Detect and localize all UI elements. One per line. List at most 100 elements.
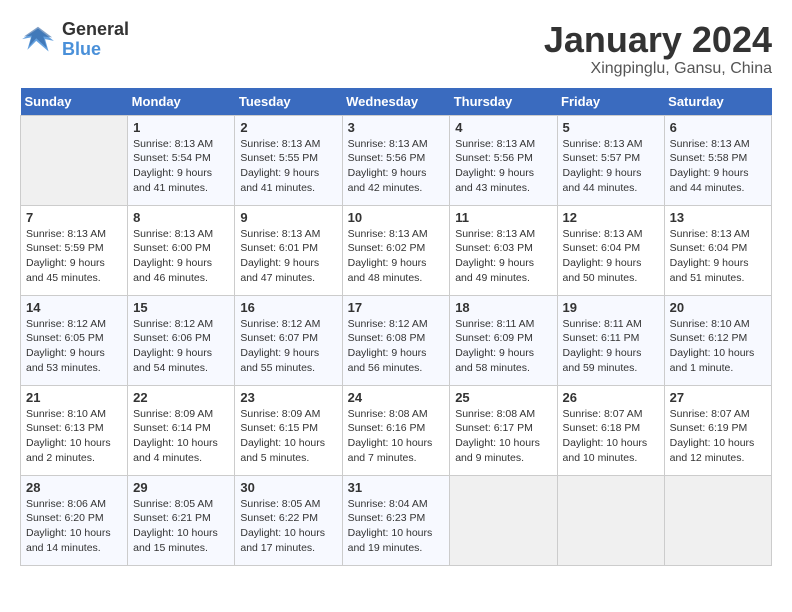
calendar-header: SundayMondayTuesdayWednesdayThursdayFrid… <box>21 88 772 116</box>
calendar-cell: 7Sunrise: 8:13 AMSunset: 5:59 PMDaylight… <box>21 205 128 295</box>
day-number: 14 <box>26 300 122 315</box>
calendar-cell: 12 Sunrise: 8:13 AMSunset: 6:04 PMDayligh… <box>557 205 664 295</box>
cell-info: Sunrise: 8:13 AMSunset: 5:56 PMDaylight:… <box>348 137 445 196</box>
calendar-cell: 18Sunrise: 8:11 AMSunset: 6:09 PMDayligh… <box>450 295 557 385</box>
calendar-week-row: 14 Sunrise: 8:12 AMSunset: 6:05 PMDayligh… <box>21 295 772 385</box>
cell-info: Sunrise: 8:13 AMSunset: 6:04 PMDaylight:… <box>563 227 659 286</box>
calendar-cell: 25Sunrise: 8:08 AMSunset: 6:17 PMDayligh… <box>450 385 557 475</box>
cell-info: Sunrise: 8:05 AMSunset: 6:22 PMDaylight:… <box>240 497 336 556</box>
day-number: 23 <box>240 390 336 405</box>
calendar-cell: 21Sunrise: 8:10 AMSunset: 6:13 PMDayligh… <box>21 385 128 475</box>
calendar-cell: 16 Sunrise: 8:12 AMSunset: 6:07 PMDayligh… <box>235 295 342 385</box>
cell-info: Sunrise: 8:05 AMSunset: 6:21 PMDaylight:… <box>133 497 229 556</box>
cell-info: Sunrise: 8:13 AMSunset: 6:00 PMDaylight:… <box>133 227 229 286</box>
cell-info: Sunrise: 8:09 AMSunset: 6:15 PMDaylight:… <box>240 407 336 466</box>
calendar-cell: 31 Sunrise: 8:04 AMSunset: 6:23 PMDayligh… <box>342 475 450 565</box>
calendar-cell: 24 Sunrise: 8:08 AMSunset: 6:16 PMDayligh… <box>342 385 450 475</box>
calendar-cell: 14 Sunrise: 8:12 AMSunset: 6:05 PMDayligh… <box>21 295 128 385</box>
calendar-cell: 27 Sunrise: 8:07 AMSunset: 6:19 PMDayligh… <box>664 385 771 475</box>
calendar-cell <box>21 115 128 205</box>
calendar-cell: 11Sunrise: 8:13 AMSunset: 6:03 PMDayligh… <box>450 205 557 295</box>
weekday-header: Thursday <box>450 88 557 116</box>
day-number: 31 <box>348 480 445 495</box>
day-number: 24 <box>348 390 445 405</box>
calendar-cell <box>557 475 664 565</box>
day-number: 26 <box>563 390 659 405</box>
cell-info: Sunrise: 8:11 AMSunset: 6:11 PMDaylight:… <box>563 317 659 376</box>
page-header: General Blue January 2024 Xingpinglu, Ga… <box>20 20 772 78</box>
cell-info: Sunrise: 8:06 AMSunset: 6:20 PMDaylight:… <box>26 497 122 556</box>
day-number: 12 <box>563 210 659 225</box>
weekday-header: Friday <box>557 88 664 116</box>
calendar-cell: 26 Sunrise: 8:07 AMSunset: 6:18 PMDayligh… <box>557 385 664 475</box>
day-number: 22 <box>133 390 229 405</box>
cell-info: Sunrise: 8:12 AMSunset: 6:05 PMDaylight:… <box>26 317 122 376</box>
title-block: January 2024 Xingpinglu, Gansu, China <box>544 20 772 78</box>
cell-info: Sunrise: 8:07 AMSunset: 6:19 PMDaylight:… <box>670 407 766 466</box>
day-number: 29 <box>133 480 229 495</box>
cell-info: Sunrise: 8:12 AMSunset: 6:08 PMDaylight:… <box>348 317 445 376</box>
day-number: 10 <box>348 210 445 225</box>
cell-info: Sunrise: 8:08 AMSunset: 6:16 PMDaylight:… <box>348 407 445 466</box>
calendar-week-row: 7Sunrise: 8:13 AMSunset: 5:59 PMDaylight… <box>21 205 772 295</box>
day-number: 2 <box>240 120 336 135</box>
day-number: 8 <box>133 210 229 225</box>
weekday-header: Tuesday <box>235 88 342 116</box>
day-number: 7 <box>26 210 122 225</box>
day-number: 1 <box>133 120 229 135</box>
calendar-cell: 4 Sunrise: 8:13 AMSunset: 5:56 PMDaylight… <box>450 115 557 205</box>
day-number: 17 <box>348 300 445 315</box>
calendar-cell: 20 Sunrise: 8:10 AMSunset: 6:12 PMDayligh… <box>664 295 771 385</box>
cell-info: Sunrise: 8:12 AMSunset: 6:06 PMDaylight:… <box>133 317 229 376</box>
cell-info: Sunrise: 8:04 AMSunset: 6:23 PMDaylight:… <box>348 497 445 556</box>
cell-info: Sunrise: 8:13 AMSunset: 5:55 PMDaylight:… <box>240 137 336 196</box>
calendar-week-row: 1Sunrise: 8:13 AMSunset: 5:54 PMDaylight… <box>21 115 772 205</box>
day-number: 19 <box>563 300 659 315</box>
calendar-cell <box>664 475 771 565</box>
day-number: 25 <box>455 390 551 405</box>
day-number: 15 <box>133 300 229 315</box>
calendar-cell: 28 Sunrise: 8:06 AMSunset: 6:20 PMDayligh… <box>21 475 128 565</box>
weekday-header: Wednesday <box>342 88 450 116</box>
cell-info: Sunrise: 8:13 AMSunset: 6:04 PMDaylight:… <box>670 227 766 286</box>
logo-text: General Blue <box>62 20 129 60</box>
calendar-cell: 9Sunrise: 8:13 AMSunset: 6:01 PMDaylight… <box>235 205 342 295</box>
calendar-cell: 13 Sunrise: 8:13 AMSunset: 6:04 PMDayligh… <box>664 205 771 295</box>
calendar-cell: 10 Sunrise: 8:13 AMSunset: 6:02 PMDayligh… <box>342 205 450 295</box>
day-number: 30 <box>240 480 336 495</box>
calendar-cell: 6Sunrise: 8:13 AMSunset: 5:58 PMDaylight… <box>664 115 771 205</box>
calendar-week-row: 28 Sunrise: 8:06 AMSunset: 6:20 PMDayligh… <box>21 475 772 565</box>
calendar-cell: 3 Sunrise: 8:13 AMSunset: 5:56 PMDaylight… <box>342 115 450 205</box>
weekday-header: Sunday <box>21 88 128 116</box>
cell-info: Sunrise: 8:13 AMSunset: 6:02 PMDaylight:… <box>348 227 445 286</box>
month-title: January 2024 <box>544 20 772 60</box>
weekday-header: Saturday <box>664 88 771 116</box>
calendar-cell: 5Sunrise: 8:13 AMSunset: 5:57 PMDaylight… <box>557 115 664 205</box>
calendar-table: SundayMondayTuesdayWednesdayThursdayFrid… <box>20 88 772 566</box>
cell-info: Sunrise: 8:11 AMSunset: 6:09 PMDaylight:… <box>455 317 551 376</box>
calendar-cell: 30 Sunrise: 8:05 AMSunset: 6:22 PMDayligh… <box>235 475 342 565</box>
day-number: 9 <box>240 210 336 225</box>
day-number: 27 <box>670 390 766 405</box>
cell-info: Sunrise: 8:13 AMSunset: 5:57 PMDaylight:… <box>563 137 659 196</box>
location: Xingpinglu, Gansu, China <box>544 60 772 78</box>
calendar-cell: 8 Sunrise: 8:13 AMSunset: 6:00 PMDaylight… <box>128 205 235 295</box>
calendar-cell: 19 Sunrise: 8:11 AMSunset: 6:11 PMDayligh… <box>557 295 664 385</box>
day-number: 20 <box>670 300 766 315</box>
cell-info: Sunrise: 8:07 AMSunset: 6:18 PMDaylight:… <box>563 407 659 466</box>
calendar-week-row: 21Sunrise: 8:10 AMSunset: 6:13 PMDayligh… <box>21 385 772 475</box>
logo-icon <box>20 25 56 55</box>
day-number: 4 <box>455 120 551 135</box>
day-number: 3 <box>348 120 445 135</box>
day-number: 28 <box>26 480 122 495</box>
logo: General Blue <box>20 20 129 60</box>
cell-info: Sunrise: 8:13 AMSunset: 5:56 PMDaylight:… <box>455 137 551 196</box>
day-number: 16 <box>240 300 336 315</box>
calendar-cell: 15 Sunrise: 8:12 AMSunset: 6:06 PMDayligh… <box>128 295 235 385</box>
day-number: 21 <box>26 390 122 405</box>
calendar-cell: 23 Sunrise: 8:09 AMSunset: 6:15 PMDayligh… <box>235 385 342 475</box>
cell-info: Sunrise: 8:12 AMSunset: 6:07 PMDaylight:… <box>240 317 336 376</box>
cell-info: Sunrise: 8:10 AMSunset: 6:12 PMDaylight:… <box>670 317 766 376</box>
cell-info: Sunrise: 8:09 AMSunset: 6:14 PMDaylight:… <box>133 407 229 466</box>
day-number: 13 <box>670 210 766 225</box>
